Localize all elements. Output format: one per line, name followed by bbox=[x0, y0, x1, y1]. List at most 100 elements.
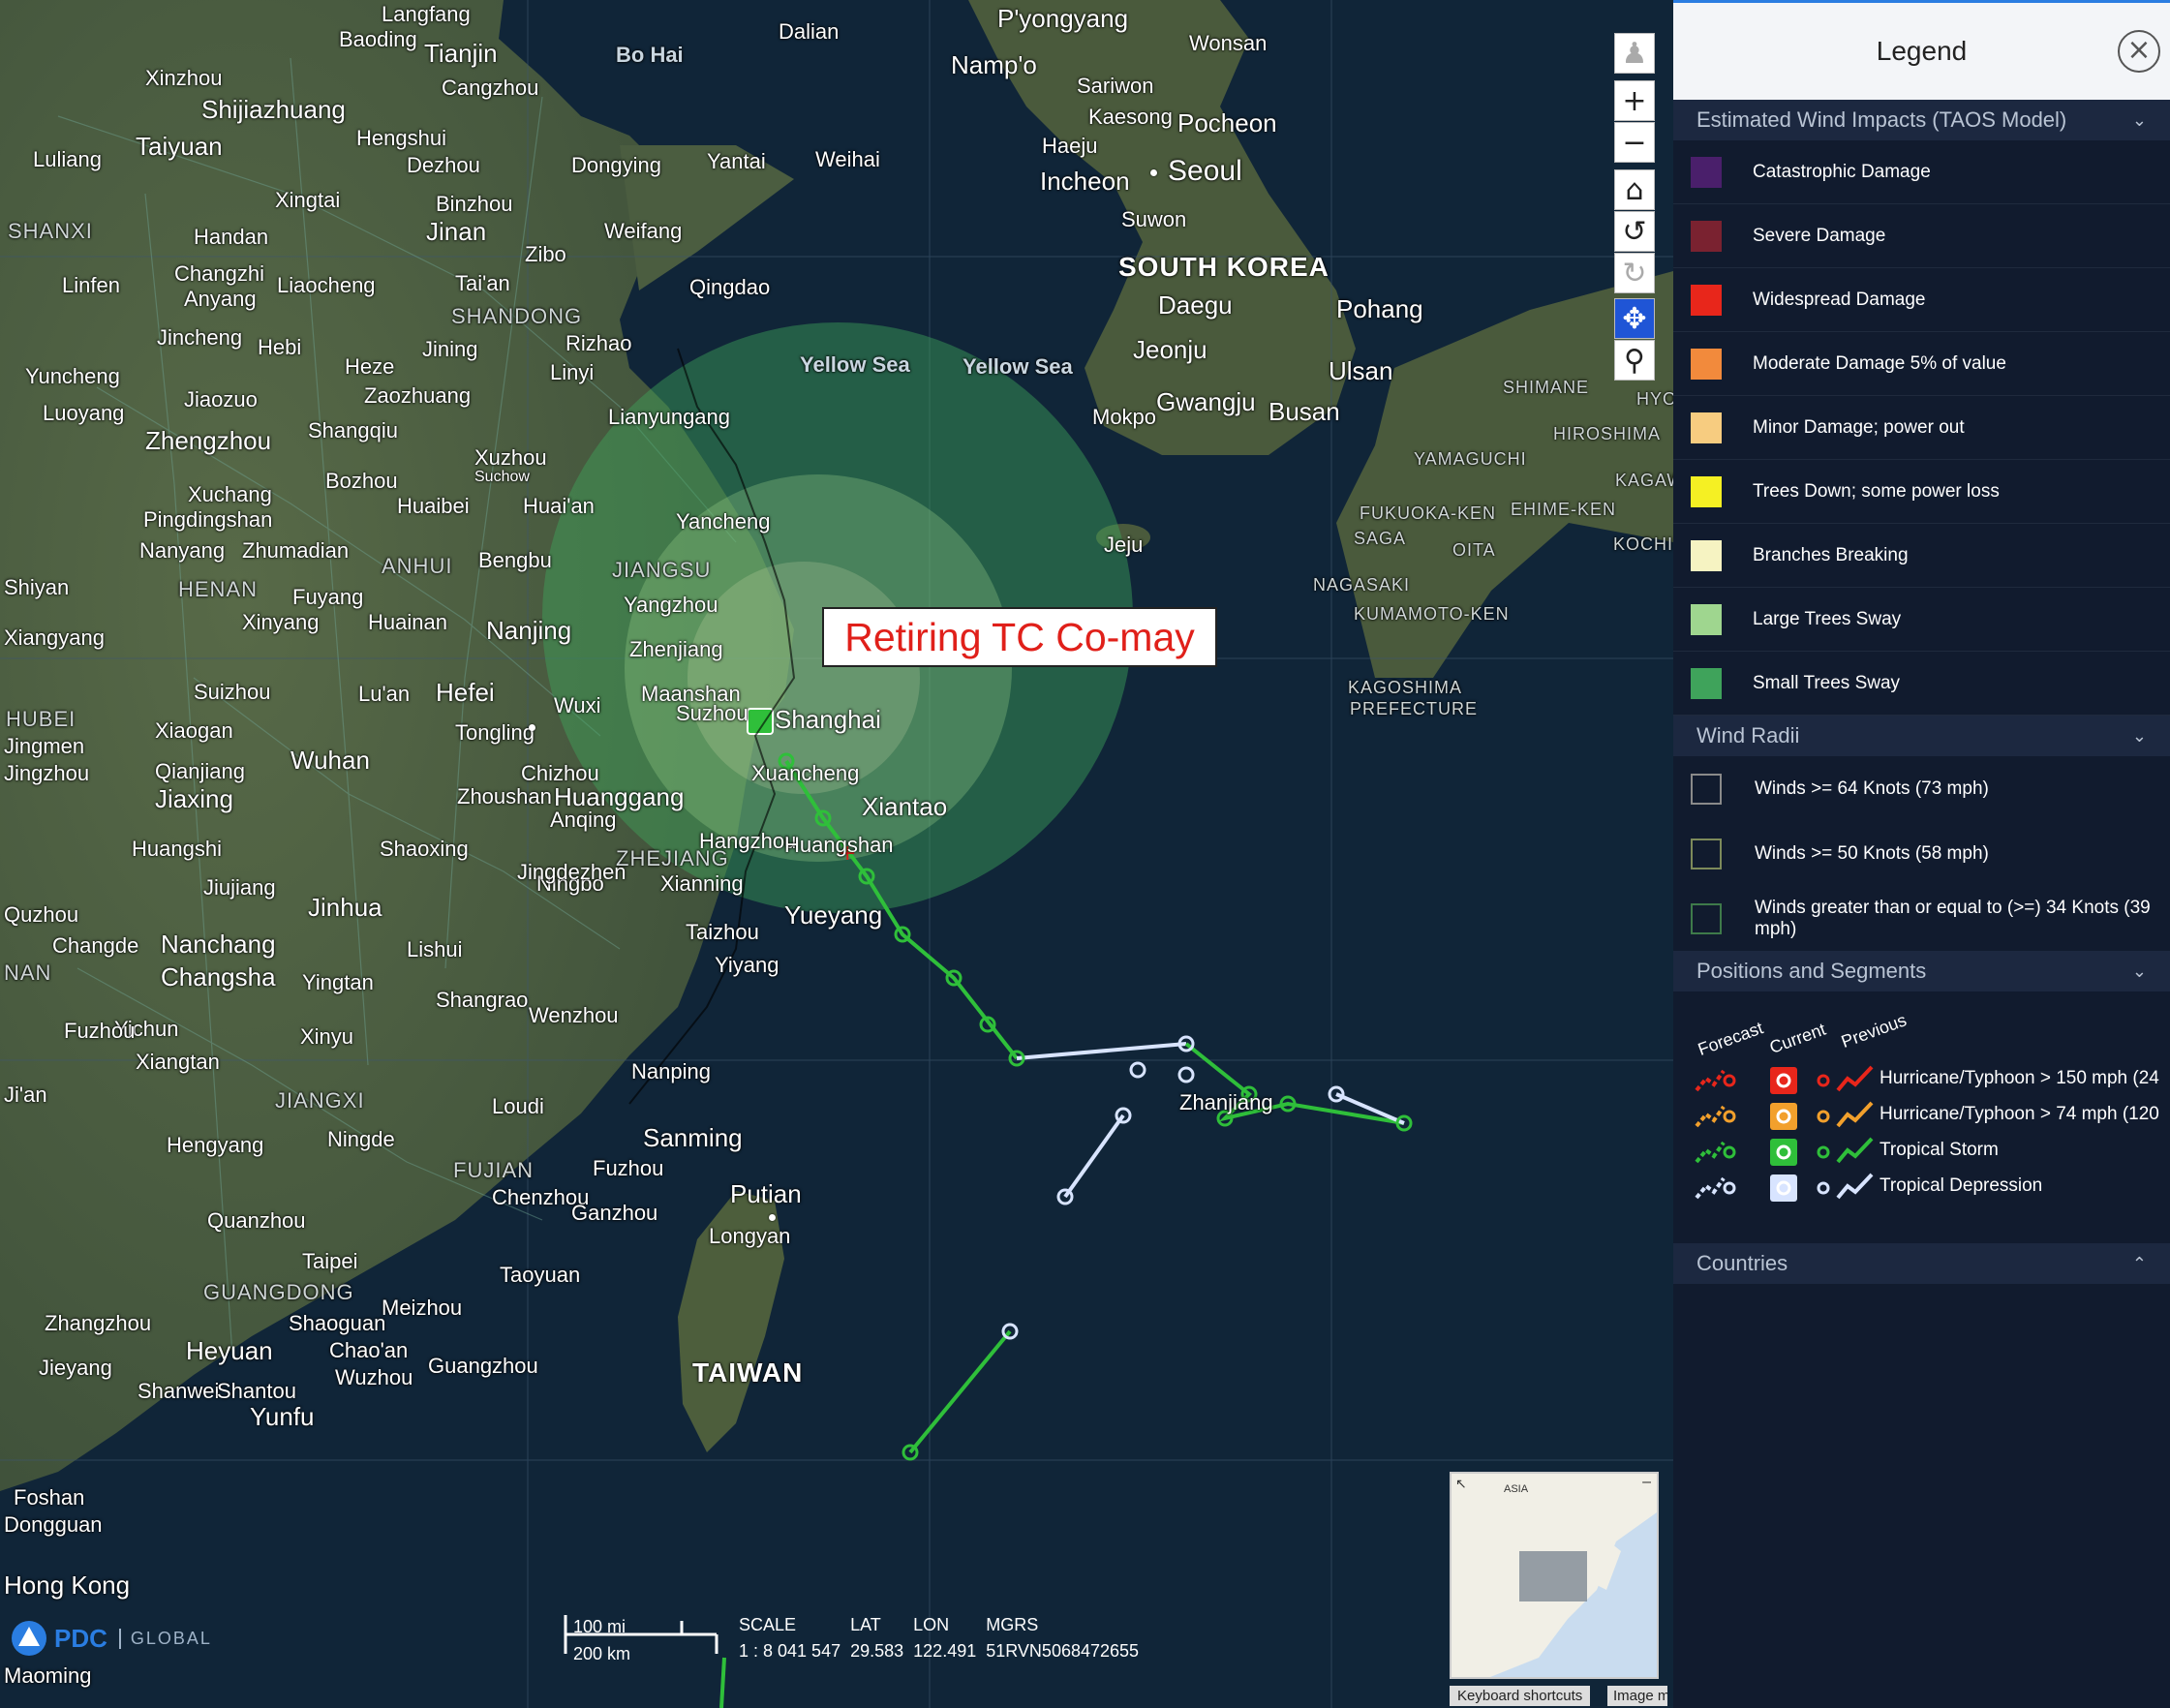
chevron-down-icon[interactable]: ⌄ bbox=[2132, 961, 2147, 982]
city-label: Weihai bbox=[815, 147, 880, 171]
legend-item-label: Moderate Damage 5% of value bbox=[1753, 352, 2006, 374]
legend-item: Widespread Damage bbox=[1673, 268, 2170, 332]
legend-item: Winds greater than or equal to (>=) 34 K… bbox=[1673, 886, 2170, 951]
pdc-logo-icon bbox=[12, 1621, 46, 1656]
chevron-down-icon[interactable]: ⌄ bbox=[2132, 110, 2147, 131]
pdc-logo[interactable]: PDC GLOBAL bbox=[10, 1619, 212, 1658]
storm-symbol-icons bbox=[1695, 1101, 1874, 1130]
city-label: Yingtan bbox=[302, 970, 374, 994]
city-label: Lianyungang bbox=[608, 405, 731, 429]
minimap-label: ASIA bbox=[1504, 1483, 1529, 1495]
city-label: Yiyang bbox=[715, 953, 779, 977]
city-label: Pocheon bbox=[1177, 108, 1277, 137]
overview-minimap[interactable]: ASIA ↖ – bbox=[1450, 1472, 1659, 1679]
map-toolbar: ♟ + − ⌂ ↺ ↻ ✥ ⚲ bbox=[1614, 33, 1655, 381]
map-view[interactable]: + Bo Hai Yellow Sea Yellow Sea SOUTH KOR… bbox=[0, 0, 1673, 1708]
city-label: Fuzhou bbox=[593, 1156, 664, 1180]
city-label: Lu'an bbox=[358, 682, 411, 706]
city-label: Huangshan bbox=[784, 833, 894, 857]
city-label: Huainan bbox=[368, 610, 447, 634]
chevron-down-icon[interactable]: ⌄ bbox=[2132, 726, 2147, 747]
province-label: HIROSHIMA bbox=[1553, 424, 1662, 443]
zoom-box-icon[interactable]: ⚲ bbox=[1614, 340, 1655, 381]
legend-item: Small Trees Sway bbox=[1673, 652, 2170, 716]
city-label: Changde bbox=[52, 933, 139, 958]
legend-item-label: Trees Down; some power loss bbox=[1753, 480, 2000, 502]
position-legend-label: Tropical Storm bbox=[1880, 1140, 1999, 1160]
city-label: Jinan bbox=[426, 217, 487, 246]
legend-item: Large Trees Sway bbox=[1673, 588, 2170, 652]
minimap-expand-icon[interactable]: ↖ bbox=[1455, 1476, 1467, 1492]
legend-item-label: Widespread Damage bbox=[1753, 289, 1926, 310]
province-label: SAGA bbox=[1354, 529, 1407, 548]
city-label: Jincheng bbox=[157, 325, 243, 350]
position-legend-row: Tropical Depression bbox=[1673, 1169, 2042, 1204]
province-label: YAMAGUCHI bbox=[1414, 449, 1527, 469]
legend-item-label: Winds >= 64 Knots (73 mph) bbox=[1755, 778, 1989, 799]
image-credits-button[interactable]: Image m bbox=[1607, 1686, 1667, 1706]
city-label: Seoul bbox=[1168, 155, 1242, 187]
province-label: OITA bbox=[1452, 540, 1496, 560]
city-label: Zaozhuang bbox=[364, 383, 472, 408]
city-label: Guangzhou bbox=[428, 1354, 538, 1378]
color-swatch bbox=[1691, 539, 1722, 571]
minimap-collapse-icon[interactable]: – bbox=[1642, 1474, 1651, 1491]
positions-header-current: Current bbox=[1766, 1019, 1829, 1058]
sea-label: Bo Hai bbox=[616, 43, 684, 67]
city-label: Jinhua bbox=[308, 893, 382, 922]
rotate-right-icon[interactable]: ↻ bbox=[1614, 253, 1655, 293]
city-label: Luliang bbox=[33, 147, 102, 171]
city-label: Binzhou bbox=[436, 192, 513, 216]
position-legend-row: Hurricane/Typhoon > 150 mph (24 bbox=[1673, 1061, 2159, 1096]
section-wind-impacts[interactable]: Estimated Wind Impacts (TAOS Model) ⌄ bbox=[1673, 100, 2170, 140]
city-label: Jiaozuo bbox=[184, 387, 258, 412]
pan-icon[interactable]: ✥ bbox=[1614, 298, 1655, 339]
legend-item: Catastrophic Damage bbox=[1673, 140, 2170, 204]
section-wind-radii[interactable]: Wind Radii ⌄ bbox=[1673, 716, 2170, 756]
province-label: SHANDONG bbox=[451, 304, 583, 328]
section-countries[interactable]: Countries ⌃ bbox=[1673, 1243, 2170, 1284]
city-label: Sariwon bbox=[1077, 74, 1154, 98]
city-label: Tai'an bbox=[455, 271, 510, 295]
position-legend-row: Tropical Storm bbox=[1673, 1133, 1999, 1168]
section-positions[interactable]: Positions and Segments ⌄ bbox=[1673, 951, 2170, 991]
city-label: Xiangtan bbox=[136, 1050, 220, 1074]
legend-item: Trees Down; some power loss bbox=[1673, 460, 2170, 524]
province-label: KOCHI bbox=[1613, 534, 1673, 554]
city-label: Yangzhou bbox=[624, 593, 718, 617]
keyboard-shortcuts-button[interactable]: Keyboard shortcuts bbox=[1450, 1686, 1591, 1706]
rotate-left-icon[interactable]: ↺ bbox=[1614, 211, 1655, 252]
province-label: KUMAMOTO-KEN bbox=[1354, 604, 1510, 624]
city-label: Heze bbox=[345, 354, 395, 379]
city-label: Wuxi bbox=[554, 693, 601, 717]
city-label: Jining bbox=[422, 337, 478, 361]
city-label: Suzhou bbox=[676, 701, 749, 725]
scale-bottom-label: 200 km bbox=[573, 1644, 631, 1663]
city-label: Shanghai bbox=[775, 705, 881, 734]
chevron-up-icon[interactable]: ⌃ bbox=[2132, 1254, 2147, 1274]
zoom-in-icon[interactable]: + bbox=[1614, 80, 1655, 121]
city-label: Fuzhou bbox=[64, 1019, 136, 1043]
street-view-icon[interactable]: ♟ bbox=[1614, 33, 1655, 74]
zoom-out-icon[interactable]: − bbox=[1614, 122, 1655, 163]
city-label: Meizhou bbox=[382, 1296, 463, 1320]
city-label: Xiantao bbox=[862, 792, 948, 821]
wind-radius-64kt bbox=[688, 562, 920, 794]
storm-symbol-icons bbox=[1695, 1173, 1874, 1202]
city-label: Chao'an bbox=[329, 1338, 409, 1362]
home-icon[interactable]: ⌂ bbox=[1614, 169, 1655, 210]
readout-lat: 29.583 bbox=[850, 1641, 904, 1661]
city-label: Loudi bbox=[492, 1094, 544, 1118]
city-label: Wonsan bbox=[1189, 31, 1268, 55]
province-label: FUJIAN bbox=[453, 1158, 534, 1182]
storm-name-label[interactable]: Retiring TC Co-may bbox=[822, 607, 1217, 667]
city-label: Mokpo bbox=[1092, 405, 1157, 429]
readout-header-scale: SCALE bbox=[739, 1615, 797, 1634]
city-label: Hengshui bbox=[356, 126, 446, 150]
province-label: HYO bbox=[1636, 389, 1673, 409]
city-label: Handan bbox=[194, 225, 269, 249]
city-label: Jingzhou bbox=[4, 761, 90, 785]
close-icon[interactable]: × bbox=[2118, 30, 2160, 73]
city-label: Ji'an bbox=[4, 1083, 47, 1107]
city-label: Xiangyang bbox=[4, 625, 105, 650]
